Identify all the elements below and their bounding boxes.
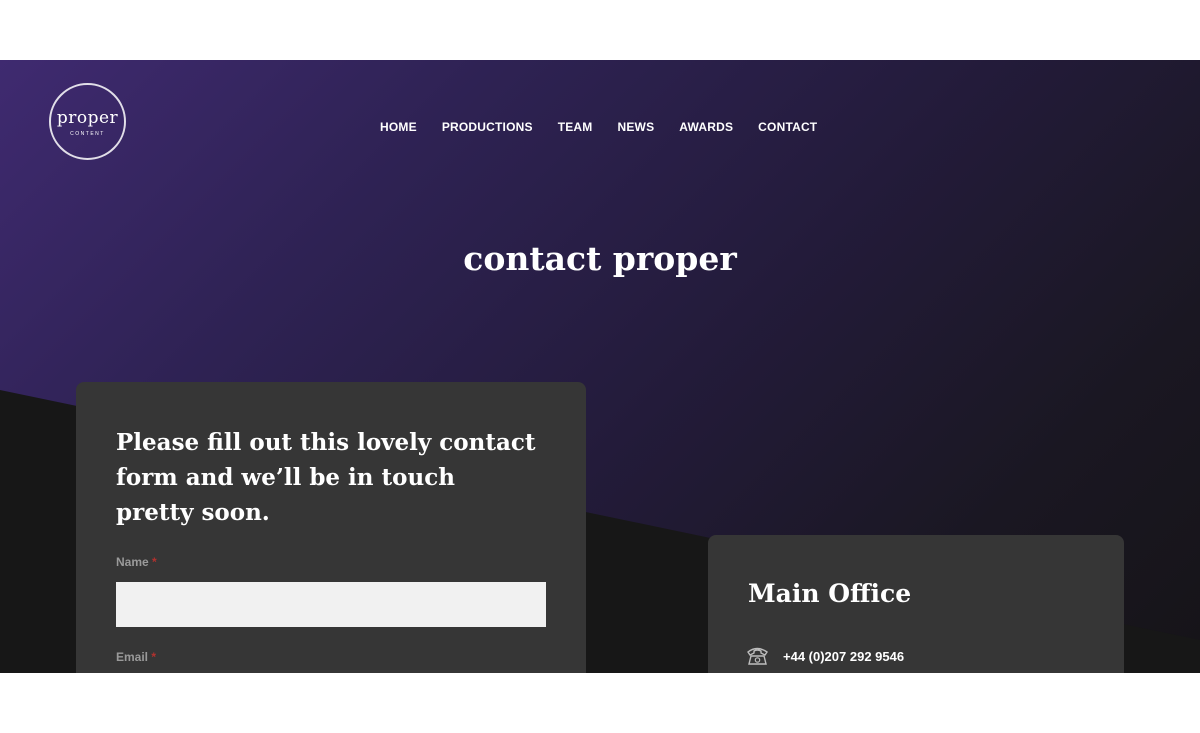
nav-item-team[interactable]: TEAM [558,120,593,134]
phone-number[interactable]: +44 (0)207 292 9546 [783,649,904,664]
office-title: Main Office [748,579,912,608]
nav-item-news[interactable]: NEWS [617,120,654,134]
nav-item-awards[interactable]: AWARDS [679,120,733,134]
contact-form-card: Please fill out this lovely contact form… [76,382,586,673]
phone-icon [747,647,768,665]
name-field-label: Name * [116,555,157,569]
page-title: contact proper [463,239,737,278]
required-mark: * [151,650,157,664]
nav-item-home[interactable]: HOME [380,120,417,134]
name-input[interactable] [116,582,546,627]
email-label-text: Email [116,650,149,664]
form-heading: Please fill out this lovely contact form… [116,429,536,526]
nav-item-productions[interactable]: PRODUCTIONS [442,120,533,134]
email-field-label: Email * [116,650,156,664]
logo-subtitle: CONTENT [70,131,105,137]
name-label-text: Name [116,555,149,569]
phone-row: +44 (0)207 292 9546 [746,646,904,666]
page-site: proper CONTENT HOME PRODUCTIONS TEAM NEW… [0,60,1200,673]
logo-word: proper [56,108,119,128]
main-office-card: Main Office +44 (0)207 292 9546 [708,535,1124,673]
nav-item-contact[interactable]: CONTACT [758,120,817,134]
main-nav: HOME PRODUCTIONS TEAM NEWS AWARDS CONTAC… [380,120,817,134]
logo[interactable]: proper CONTENT [49,83,126,160]
required-mark: * [152,555,157,569]
